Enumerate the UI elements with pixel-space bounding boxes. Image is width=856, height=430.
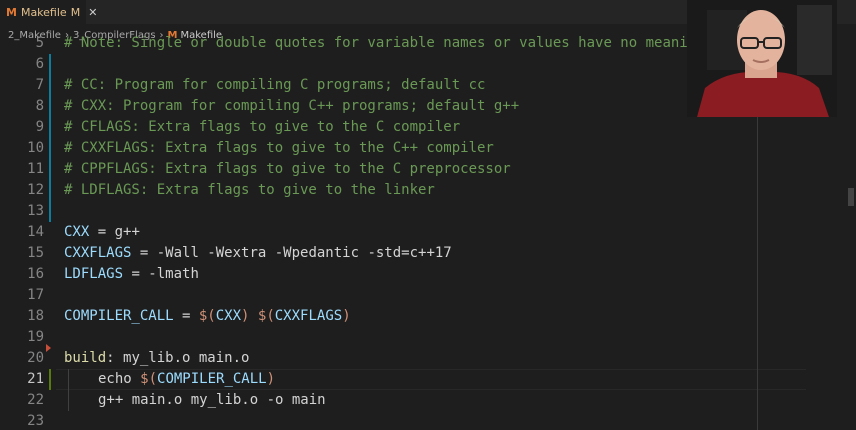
variable-ref-open: $( [140,371,158,387]
code-text: g++ main.o my_lib.o -o main [98,392,326,408]
code-line[interactable]: 22 g++ main.o my_lib.o -o main [0,390,856,411]
line-number: 15 [27,245,44,261]
comment: # CPPFLAGS: Extra flags to give to the C… [64,161,511,177]
webcam-overlay [687,0,837,117]
variable-name: COMPILER_CALL [64,308,174,324]
line-number: 5 [35,35,44,51]
code-text: echo [98,371,141,387]
line-number: 10 [27,140,44,156]
code-line[interactable]: 12 # LDFLAGS: Extra flags to give to the … [0,180,856,201]
line-number: 19 [27,329,44,345]
code-text: : my_lib.o main.o [106,350,250,366]
code-text: = [173,308,199,324]
code-line[interactable]: 19 [0,327,856,348]
variable-ref: COMPILER_CALL [157,371,267,387]
comment: # CFLAGS: Extra flags to give to the C c… [64,119,461,135]
line-number: 18 [27,308,44,324]
code-line[interactable]: 23 [0,411,856,430]
line-number: 6 [35,56,44,72]
code-line[interactable]: 14 CXX = g++ [0,222,856,243]
vertical-scrollbar[interactable] [846,46,856,430]
variable-ref: CXX [215,308,242,324]
line-number: 21 [27,371,44,387]
variable-ref: CXXFLAGS [274,308,343,324]
close-icon[interactable]: ✕ [88,6,97,19]
code-text: = -Wall -Wextra -Wpedantic -std=c++17 [131,245,452,261]
line-number: 13 [27,203,44,219]
code-line[interactable]: 10 # CXXFLAGS: Extra flags to give to the… [0,138,856,159]
line-number: 20 [27,350,44,366]
line-number: 14 [27,224,44,240]
comment: # CXX: Program for compiling C++ program… [64,98,520,114]
tab-makefile[interactable]: M Makefile M ✕ [0,0,97,24]
scrollbar-thumb[interactable] [848,188,854,206]
line-number: 23 [27,413,44,429]
variable-ref-open: $( [257,308,275,324]
variable-ref-open: $( [198,308,216,324]
code-line-active[interactable]: 21 echo $(COMPILER_CALL) [0,369,856,390]
line-number: 9 [35,119,44,135]
variable-name: CXXFLAGS [64,245,132,261]
code-line[interactable]: 13 [0,201,856,222]
comment: # CC: Program for compiling C programs; … [64,77,486,93]
presenter-image [687,0,837,117]
line-number: 22 [27,392,44,408]
code-line[interactable]: 9 # CFLAGS: Extra flags to give to the C … [0,117,856,138]
line-number: 7 [35,77,44,93]
code-line[interactable]: 18 COMPILER_CALL = $(CXX) $(CXXFLAGS) [0,306,856,327]
code-line[interactable]: 17 [0,285,856,306]
line-number: 16 [27,266,44,282]
target-name: build [64,350,107,366]
makefile-icon: M [6,5,17,19]
variable-name: CXX [64,224,90,240]
variable-ref-close: ) [342,308,351,324]
line-number: 17 [27,287,44,303]
variable-ref-close: ) [266,371,276,387]
comment: # LDFLAGS: Extra flags to give to the li… [64,182,435,198]
tab-label: Makefile [20,5,67,19]
code-text: = -lmath [123,266,199,282]
variable-ref-close: ) [241,308,258,324]
comment: # Note: Single or double quotes for vari… [64,35,705,51]
code-line[interactable]: 16 LDFLAGS = -lmath [0,264,856,285]
variable-name: LDFLAGS [64,266,124,282]
line-number: 8 [35,98,44,114]
line-number: 11 [27,161,44,177]
modified-badge: M [70,5,81,19]
code-text: = g++ [89,224,140,240]
code-line[interactable]: 20 build: my_lib.o main.o [0,348,856,369]
comment: # CXXFLAGS: Extra flags to give to the C… [64,140,494,156]
code-line[interactable]: 11 # CPPFLAGS: Extra flags to give to the… [0,159,856,180]
code-line[interactable]: 15 CXXFLAGS = -Wall -Wextra -Wpedantic -s… [0,243,856,264]
line-number: 12 [27,182,44,198]
